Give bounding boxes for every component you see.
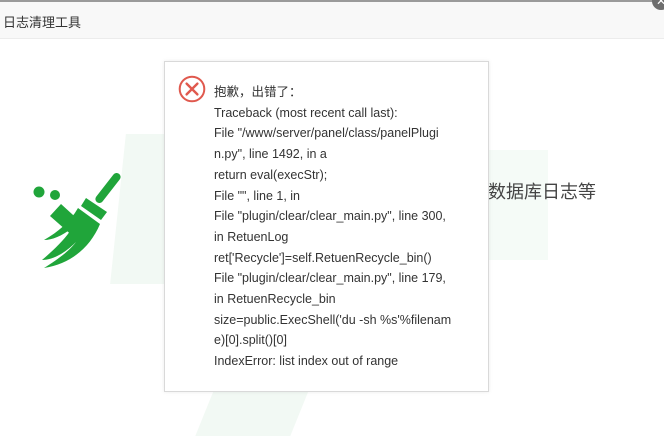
error-message-line: File "plugin/clear/clear_main.py", line … bbox=[214, 209, 446, 224]
error-heading: 抱歉，出错了： bbox=[214, 85, 302, 99]
broom-icon bbox=[33, 172, 121, 268]
close-icon: ✕ bbox=[655, 0, 664, 8]
error-message-line: return eval(execStr); bbox=[214, 167, 328, 182]
error-message-line: File "plugin/clear/clear_main.py", line … bbox=[214, 271, 446, 286]
error-message-line: Traceback (most recent call last): bbox=[214, 105, 398, 120]
error-message-line: File "", line 1, in bbox=[214, 188, 300, 203]
error-message-line: IndexError: list index out of range bbox=[214, 354, 399, 369]
background-decoration bbox=[195, 388, 310, 436]
window-title: 日志清理工具 bbox=[3, 15, 82, 30]
tool-description-text: 数据库日志等 bbox=[488, 182, 596, 202]
error-dialog: 抱歉，出错了： Traceback (most recent call last… bbox=[164, 61, 489, 392]
error-message-line: size=public.ExecShell('du -sh %s'%filena… bbox=[214, 312, 452, 327]
error-message-line: in RetuenRecycle_bin bbox=[214, 292, 336, 307]
error-message-line: ret['Recycle']=self.RetuenRecycle_bin() bbox=[214, 250, 432, 265]
error-message-line: n.py", line 1492, in a bbox=[214, 147, 327, 162]
window-titlebar: 日志清理工具 bbox=[0, 2, 664, 39]
error-message-line: in RetuenLog bbox=[214, 229, 289, 244]
error-message-line: File "/www/server/panel/class/panelPlugi bbox=[214, 126, 439, 141]
close-circle-icon bbox=[178, 75, 206, 103]
error-message: 抱歉，出错了： Traceback (most recent call last… bbox=[214, 82, 476, 372]
error-message-line: e)[0].split()[0] bbox=[214, 333, 287, 348]
background-decoration bbox=[488, 150, 548, 260]
